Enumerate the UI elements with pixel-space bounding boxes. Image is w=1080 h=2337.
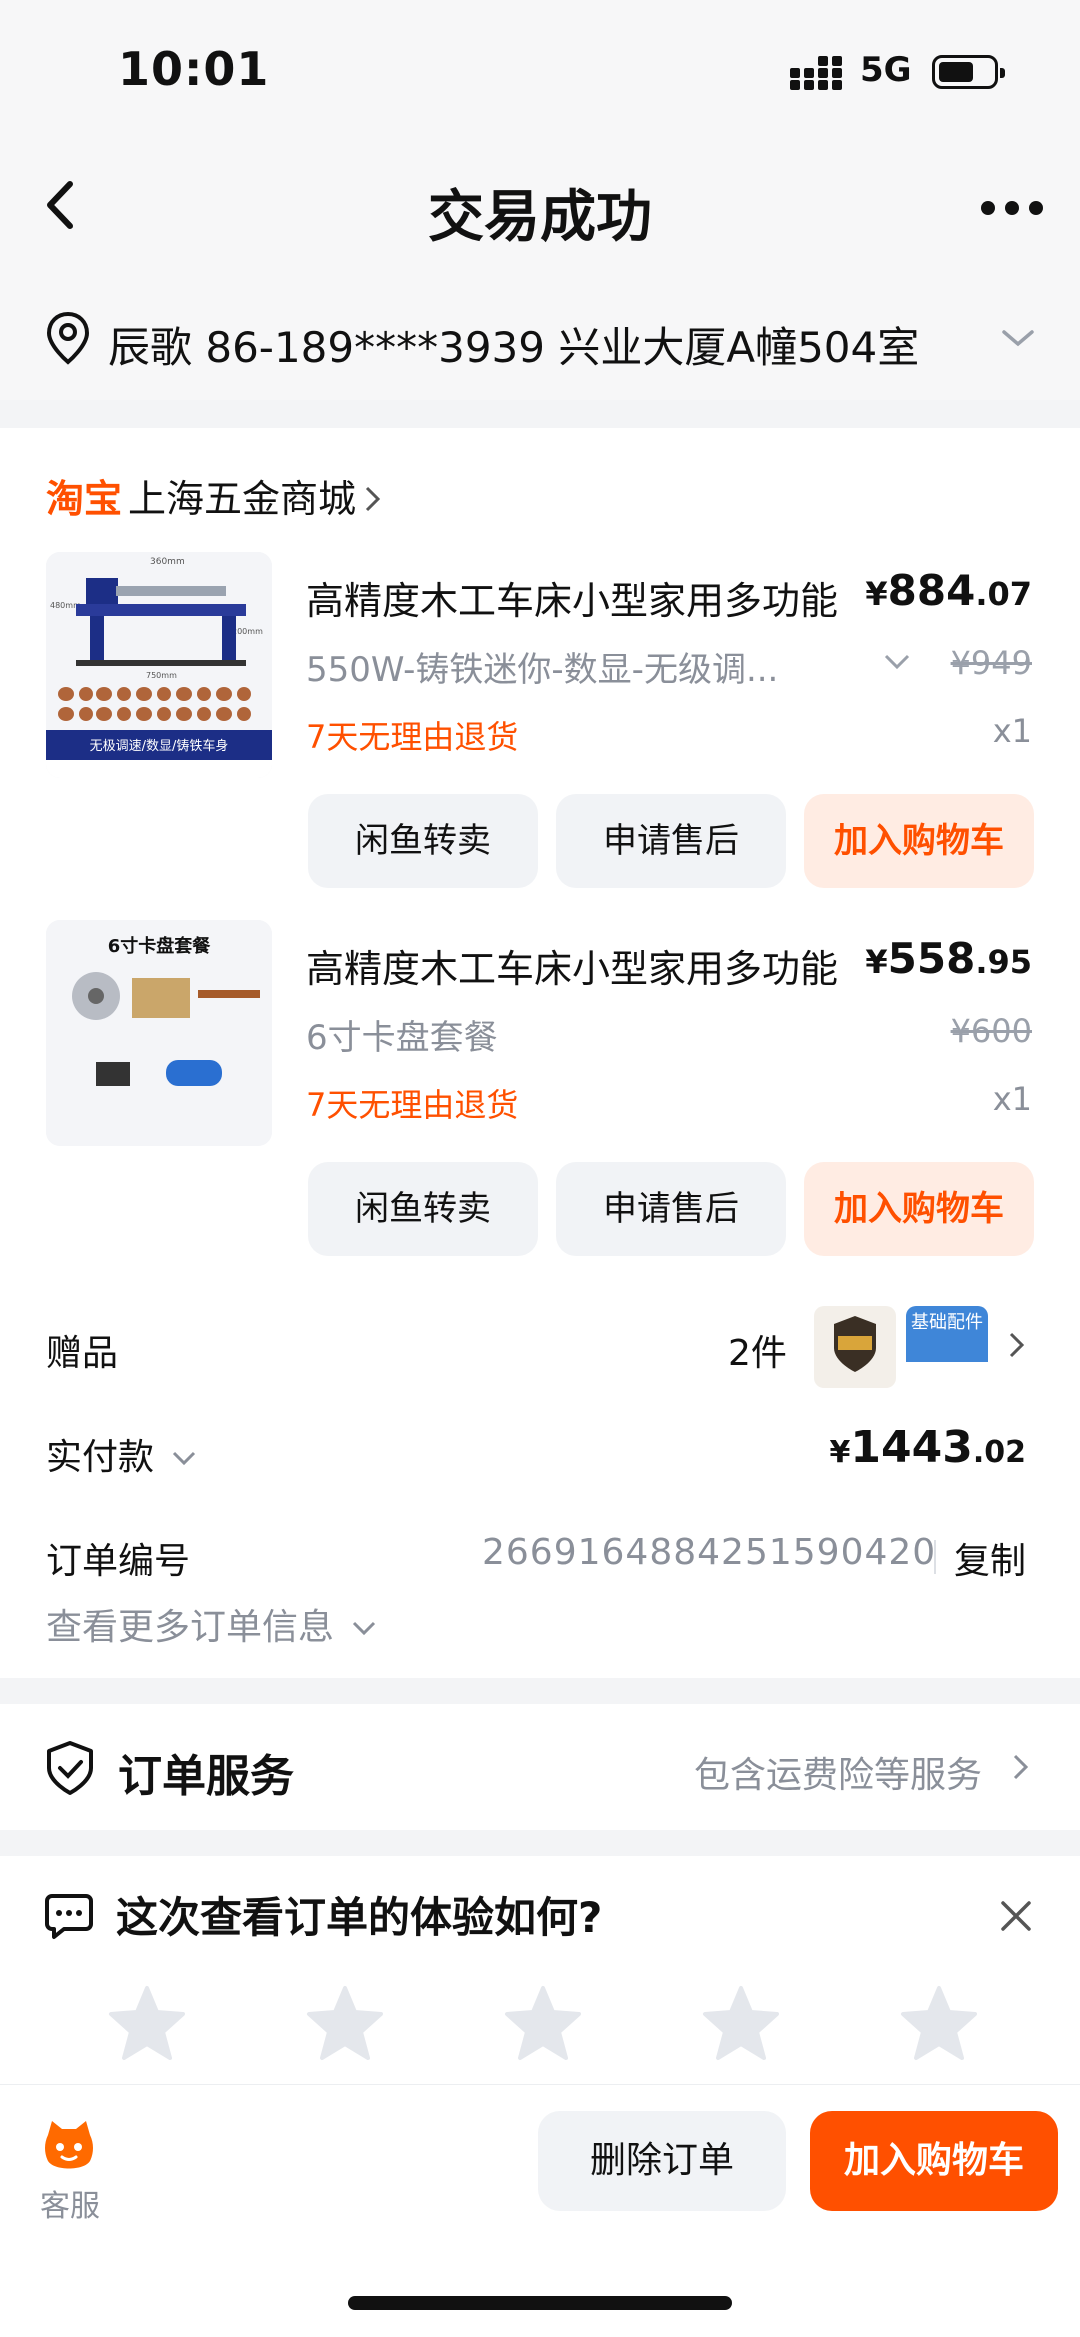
product-sku[interactable]: 550W-铸铁迷你-数显-无级调... (306, 642, 778, 691)
refund-policy: 7天无理由退货 (306, 1086, 519, 1124)
svg-text:360mm: 360mm (150, 557, 185, 567)
order-item: 360mm 480mm 200mm 750mm 无极调速/数显/铸铁车身 高精度 (0, 552, 1080, 912)
chevron-down-icon (353, 1621, 376, 1636)
chat-icon (45, 1894, 93, 1939)
delete-order-button[interactable]: 删除订单 (538, 2111, 786, 2211)
resell-button[interactable]: 闲鱼转卖 (308, 1162, 538, 1256)
svg-text:750mm: 750mm (146, 671, 177, 680)
resell-button[interactable]: 闲鱼转卖 (308, 794, 538, 888)
close-icon[interactable] (998, 1898, 1034, 1934)
status-time: 10:01 (118, 42, 270, 96)
copy-button[interactable]: 复制 (954, 1532, 1026, 1584)
order-service-row[interactable]: 订单服务 包含运费险等服务 (0, 1704, 1080, 1830)
refund-policy: 7天无理由退货 (306, 718, 519, 756)
feedback-title: 这次查看订单的体验如何? (116, 1893, 603, 1942)
chevron-down-icon[interactable] (882, 652, 912, 672)
order-number: 2669164884251590420 (482, 1532, 937, 1573)
original-price: ¥600 (950, 1012, 1032, 1050)
quantity: x1 (992, 712, 1032, 750)
accessory-gift-image: 基础配件 (906, 1306, 988, 1388)
svg-text:无极调速/数显/铸铁车身: 无极调速/数显/铸铁车身 (90, 738, 229, 754)
page-title: 交易成功 (428, 185, 652, 250)
chevron-down-icon[interactable] (1000, 326, 1036, 350)
more-icon[interactable] (980, 200, 1044, 216)
order-service-title: 订单服务 (118, 1751, 294, 1802)
address-text: 辰歌 86-189****3939 兴业大厦A幢504室 (108, 323, 920, 372)
product-image[interactable]: 6寸卡盘套餐 (46, 920, 272, 1146)
add-to-cart-main-button[interactable]: 加入购物车 (810, 2111, 1058, 2211)
payment-row[interactable]: 实付款 ¥1443.02 (0, 1422, 1080, 1488)
network-label: 5G (860, 50, 912, 90)
add-to-cart-button[interactable]: 加入购物车 (804, 1162, 1034, 1256)
product-image[interactable]: 360mm 480mm 200mm 750mm 无极调速/数显/铸铁车身 (46, 552, 272, 778)
gifts-count: 2件 (728, 1333, 787, 1374)
product-title[interactable]: 高精度木工车床小型家用多功能 (306, 570, 838, 625)
star-rating-2[interactable] (306, 1984, 384, 2062)
order-card: 淘宝 上海五金商城 360mm 480mm 200mm 750mm 无极调速/数… (0, 428, 1080, 1678)
header-area: 10:01 5G 交易成功 辰歌 86-189****3939 兴业大厦A幢50… (0, 0, 1080, 400)
star-rating-4[interactable] (702, 1984, 780, 2062)
product-price: ¥558.95 (865, 934, 1032, 983)
chevron-right-icon (365, 486, 381, 512)
order-item: 6寸卡盘套餐 高精度木工车床小型家用多功能 ¥558.95 6寸卡盘套餐 ¥60… (0, 920, 1080, 1280)
svg-text:6寸卡盘套餐: 6寸卡盘套餐 (108, 935, 212, 957)
product-title[interactable]: 高精度木工车床小型家用多功能 (306, 938, 838, 993)
chevron-right-icon (1013, 1754, 1029, 1780)
svg-text:200mm: 200mm (232, 627, 263, 636)
battery-icon (932, 55, 1005, 89)
after-sales-button[interactable]: 申请售后 (556, 794, 786, 888)
location-icon (46, 311, 90, 365)
customer-service-label[interactable]: 客服 (40, 2181, 100, 2225)
chevron-down-icon (173, 1451, 196, 1466)
divider (934, 1540, 936, 1574)
signal-icon (790, 56, 842, 90)
more-order-info-link[interactable]: 查看更多订单信息 (46, 1598, 377, 1650)
shield-check-icon (47, 1741, 93, 1795)
payment-label: 实付款 (46, 1428, 197, 1480)
star-rating-5[interactable] (900, 1984, 978, 2062)
shop-link[interactable]: 淘宝 上海五金商城 (46, 468, 382, 523)
customer-service-icon[interactable] (38, 2115, 100, 2177)
star-rating-1[interactable] (108, 1984, 186, 2062)
home-indicator (348, 2296, 732, 2310)
product-sku[interactable]: 6寸卡盘套餐 (306, 1010, 498, 1059)
product-price: ¥884.07 (865, 566, 1032, 615)
feedback-card: 这次查看订单的体验如何? (0, 1856, 1080, 2086)
address-row[interactable]: 辰歌 86-189****3939 兴业大厦A幢504室 (0, 290, 1080, 400)
original-price: ¥949 (950, 644, 1032, 682)
add-to-cart-button[interactable]: 加入购物车 (804, 794, 1034, 888)
order-service-desc: 包含运费险等服务 (694, 1755, 983, 1796)
quantity: x1 (992, 1080, 1032, 1118)
gifts-row[interactable]: 赠品 2件 基础配件 (0, 1306, 1080, 1388)
taobao-logo: 淘宝 (46, 477, 123, 521)
gifts-label: 赠品 (46, 1333, 119, 1374)
order-number-row: 订单编号 2669164884251590420 复制 (0, 1532, 1080, 1588)
star-rating-3[interactable] (504, 1984, 582, 2062)
shop-name: 上海五金商城 (128, 477, 357, 521)
more-info-row[interactable]: 查看更多订单信息 (0, 1598, 1080, 1654)
chevron-right-icon (1009, 1332, 1025, 1358)
after-sales-button[interactable]: 申请售后 (556, 1162, 786, 1256)
warranty-gift-image (814, 1306, 896, 1388)
payment-amount: ¥1443.02 (829, 1422, 1027, 1473)
order-number-label: 订单编号 (46, 1541, 191, 1582)
